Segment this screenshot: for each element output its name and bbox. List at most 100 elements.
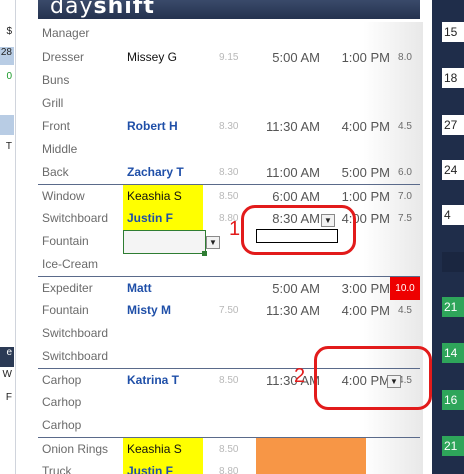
pay-rate-cell: 8.80 — [219, 466, 239, 474]
annotation-number-2: 2 — [294, 365, 306, 387]
left-cell-e: e — [0, 347, 14, 367]
start-time-cell[interactable]: 11:30 AM — [250, 369, 320, 392]
right-navy-band — [442, 252, 464, 272]
pay-rate-cell: 8.30 — [219, 167, 239, 178]
hours-cell: 4.5 — [398, 305, 412, 316]
pay-rate-cell: 7.50 — [219, 305, 239, 316]
left-panel: $ 28 0 T e W F — [0, 0, 16, 474]
hours-cell — [390, 92, 420, 115]
orange-time-block[interactable] — [256, 460, 366, 474]
start-time-cell[interactable]: 11:30 AM — [250, 299, 320, 322]
employee-name-cell[interactable]: Missey G — [123, 46, 203, 69]
end-time-cell[interactable]: 3:00 PM — [326, 277, 390, 300]
employee-name-cell[interactable] — [123, 22, 203, 45]
pay-rate-cell: 8.50 — [219, 444, 239, 455]
schedule-row: Dresser Missey G 9.15 5:00 AM 1:00 PM 8.0 — [38, 46, 420, 69]
employee-name-cell[interactable]: Zachary T — [123, 161, 203, 184]
schedule-row: Expediter Matt 5:00 AM 3:00 PM 10.0 — [38, 276, 420, 300]
right-value-cell: 4 — [442, 205, 464, 225]
employee-name-cell[interactable]: Katrina T — [123, 369, 203, 392]
right-value-cell: 21 — [442, 297, 464, 317]
role-label: Carhop — [42, 395, 82, 409]
employee-name-cell[interactable] — [123, 253, 203, 276]
employee-name-cell[interactable] — [123, 345, 203, 368]
hours-cell — [390, 253, 420, 276]
role-label: Ice-Cream — [42, 257, 99, 271]
hours-cell: 8.0 — [398, 52, 412, 63]
hours-cell — [390, 69, 420, 92]
left-blue-band — [0, 115, 14, 135]
employee-name-cell[interactable] — [123, 414, 203, 437]
start-time-cell[interactable]: 5:00 AM — [250, 46, 320, 69]
right-panel: 15 18 27 24 4 21 14 16 21 — [432, 0, 464, 474]
schedule-row: Grill — [38, 92, 420, 115]
schedule-row: Fountain Misty M 7.50 11:30 AM 4:00 PM 4.5 — [38, 299, 420, 322]
hours-cell — [390, 414, 420, 437]
employee-name-cell[interactable] — [123, 138, 203, 161]
start-time-cell[interactable]: 11:00 AM — [250, 161, 320, 184]
hours-cell — [390, 230, 420, 253]
hours-cell: 4.5 — [398, 121, 412, 132]
end-time-cell[interactable]: 4:00 PM — [326, 115, 390, 138]
end-time-cell[interactable]: 1:00 PM — [326, 46, 390, 69]
employee-name-cell[interactable]: Justin F — [123, 460, 203, 474]
role-label: Dresser — [42, 50, 85, 64]
fill-handle[interactable] — [202, 251, 207, 256]
pay-rate-cell: 8.50 — [219, 375, 239, 386]
schedule-row: Carhop — [38, 414, 420, 437]
role-label: Buns — [42, 73, 70, 87]
role-label: Back — [42, 165, 69, 179]
hours-cell: 7.0 — [398, 191, 412, 202]
schedule-row: Window Keashia S 8.50 6:00 AM 1:00 PM 7.0 — [38, 184, 420, 208]
orange-time-block[interactable] — [256, 438, 366, 461]
schedule-row: Truck Justin F 8.80 — [38, 460, 420, 474]
schedule-row: Buns — [38, 69, 420, 92]
end-time-cell[interactable]: 5:00 PM — [326, 161, 390, 184]
employee-name-cell[interactable]: Misty M — [123, 299, 203, 322]
schedule-row: Front Robert H 8.30 11:30 AM 4:00 PM 4.5 — [38, 115, 420, 138]
schedule-row: Middle — [38, 138, 420, 161]
right-value-cell: 21 — [442, 436, 464, 456]
left-cell-t: T — [5, 141, 12, 152]
left-cell-28: 28 — [0, 47, 14, 65]
name-dropdown-button[interactable]: ▼ — [206, 236, 220, 249]
schedule-row: Ice-Cream — [38, 253, 420, 276]
app-header: dayshift — [38, 0, 420, 19]
hours-cell — [390, 138, 420, 161]
role-label: Middle — [42, 142, 78, 156]
end-time-cell[interactable]: 4:00 PM — [326, 299, 390, 322]
employee-name-cell[interactable] — [123, 391, 203, 414]
role-label: Window — [42, 189, 85, 203]
hours-cell — [390, 438, 420, 461]
pay-rate-cell: 9.15 — [219, 52, 239, 63]
left-cell-0: 0 — [6, 71, 12, 82]
hours-cell: 6.0 — [398, 167, 412, 178]
right-value-cell: 18 — [442, 68, 464, 88]
hours-cell: 10.0 — [390, 277, 420, 300]
right-value-cell: 15 — [442, 22, 464, 42]
start-time-cell[interactable]: 5:00 AM — [250, 277, 320, 300]
schedule-row: Switchboard — [38, 322, 420, 345]
start-time-cell[interactable]: 11:30 AM — [250, 115, 320, 138]
employee-name-cell[interactable] — [123, 69, 203, 92]
schedule-row: Manager — [38, 22, 420, 45]
hours-cell — [390, 460, 420, 474]
role-label: Fountain — [42, 234, 89, 248]
selected-name-cell[interactable] — [123, 230, 206, 254]
employee-name-cell[interactable] — [123, 322, 203, 345]
employee-name-cell[interactable]: Matt — [123, 277, 203, 300]
employee-name-cell[interactable]: Keashia S — [123, 438, 203, 461]
right-value-cell: 14 — [442, 343, 464, 363]
employee-name-cell[interactable] — [123, 92, 203, 115]
role-label: Switchboard — [42, 349, 109, 363]
annotation-ring-2 — [314, 346, 432, 410]
role-label: Carhop — [42, 373, 82, 387]
schedule-row: Back Zachary T 8.30 11:00 AM 5:00 PM 6.0 — [38, 161, 420, 184]
left-cell-dollar: $ — [6, 26, 12, 37]
app-title: dayshift — [50, 0, 155, 19]
employee-name-cell[interactable]: Justin F — [123, 207, 203, 230]
role-label: Expediter — [42, 281, 93, 295]
employee-name-cell[interactable]: Keashia S — [123, 185, 203, 208]
right-value-cell: 27 — [442, 115, 464, 135]
employee-name-cell[interactable]: Robert H — [123, 115, 203, 138]
